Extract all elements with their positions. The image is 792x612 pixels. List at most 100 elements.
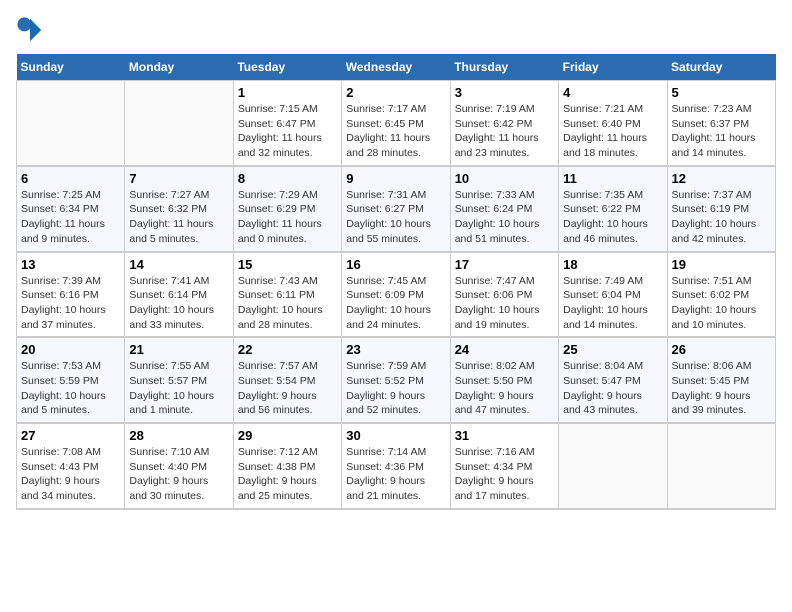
day-number: 24 xyxy=(455,342,554,357)
day-number: 19 xyxy=(672,257,771,272)
day-info: Sunrise: 7:57 AM Sunset: 5:54 PM Dayligh… xyxy=(238,359,337,418)
day-number: 1 xyxy=(238,85,337,100)
column-header-wednesday: Wednesday xyxy=(342,54,450,81)
day-cell: 30 Sunrise: 7:14 AM Sunset: 4:36 PM Dayli… xyxy=(342,423,450,509)
day-cell xyxy=(17,81,125,166)
day-cell: 3Sunrise: 7:19 AM Sunset: 6:42 PM Daylig… xyxy=(450,81,558,166)
day-info: Sunrise: 7:51 AM Sunset: 6:02 PM Dayligh… xyxy=(672,274,771,333)
day-cell: 17 Sunrise: 7:47 AM Sunset: 6:06 PM Dayli… xyxy=(450,252,558,338)
logo-icon xyxy=(16,16,44,44)
day-number: 5 xyxy=(672,85,771,100)
day-info: Sunrise: 7:47 AM Sunset: 6:06 PM Dayligh… xyxy=(455,274,554,333)
day-info: Sunrise: 7:16 AM Sunset: 4:34 PM Dayligh… xyxy=(455,445,554,504)
header-row: SundayMondayTuesdayWednesdayThursdayFrid… xyxy=(17,54,776,81)
day-cell: 8 Sunrise: 7:29 AM Sunset: 6:29 PM Daylig… xyxy=(233,166,341,252)
day-info: Sunrise: 8:06 AM Sunset: 5:45 PM Dayligh… xyxy=(672,359,771,418)
day-number: 30 xyxy=(346,428,445,443)
column-header-saturday: Saturday xyxy=(667,54,775,81)
day-number: 22 xyxy=(238,342,337,357)
day-cell: 19 Sunrise: 7:51 AM Sunset: 6:02 PM Dayli… xyxy=(667,252,775,338)
day-cell: 11 Sunrise: 7:35 AM Sunset: 6:22 PM Dayli… xyxy=(559,166,667,252)
day-number: 21 xyxy=(129,342,228,357)
column-header-friday: Friday xyxy=(559,54,667,81)
week-row-3: 13Sunrise: 7:39 AM Sunset: 6:16 PM Dayli… xyxy=(17,252,776,338)
day-number: 31 xyxy=(455,428,554,443)
day-info: Sunrise: 7:33 AM Sunset: 6:24 PM Dayligh… xyxy=(455,188,554,247)
day-cell: 10 Sunrise: 7:33 AM Sunset: 6:24 PM Dayli… xyxy=(450,166,558,252)
day-info: Sunrise: 7:55 AM Sunset: 5:57 PM Dayligh… xyxy=(129,359,228,418)
day-number: 15 xyxy=(238,257,337,272)
day-number: 9 xyxy=(346,171,445,186)
day-number: 29 xyxy=(238,428,337,443)
day-info: Sunrise: 7:21 AM Sunset: 6:40 PM Dayligh… xyxy=(563,102,662,161)
day-info: Sunrise: 7:37 AM Sunset: 6:19 PM Dayligh… xyxy=(672,188,771,247)
day-cell: 18 Sunrise: 7:49 AM Sunset: 6:04 PM Dayli… xyxy=(559,252,667,338)
day-info: Sunrise: 7:45 AM Sunset: 6:09 PM Dayligh… xyxy=(346,274,445,333)
day-info: Sunrise: 7:29 AM Sunset: 6:29 PM Dayligh… xyxy=(238,188,337,247)
day-number: 8 xyxy=(238,171,337,186)
day-number: 18 xyxy=(563,257,662,272)
day-number: 14 xyxy=(129,257,228,272)
day-number: 27 xyxy=(21,428,120,443)
day-cell: 26 Sunrise: 8:06 AM Sunset: 5:45 PM Dayli… xyxy=(667,337,775,423)
day-cell: 21 Sunrise: 7:55 AM Sunset: 5:57 PM Dayli… xyxy=(125,337,233,423)
day-number: 6 xyxy=(21,171,120,186)
day-cell: 22 Sunrise: 7:57 AM Sunset: 5:54 PM Dayli… xyxy=(233,337,341,423)
day-info: Sunrise: 7:08 AM Sunset: 4:43 PM Dayligh… xyxy=(21,445,120,504)
calendar-table: SundayMondayTuesdayWednesdayThursdayFrid… xyxy=(16,54,776,510)
week-row-5: 27 Sunrise: 7:08 AM Sunset: 4:43 PM Dayli… xyxy=(17,423,776,509)
day-number: 25 xyxy=(563,342,662,357)
day-cell: 6 Sunrise: 7:25 AM Sunset: 6:34 PM Daylig… xyxy=(17,166,125,252)
day-cell: 15 Sunrise: 7:43 AM Sunset: 6:11 PM Dayli… xyxy=(233,252,341,338)
day-number: 3 xyxy=(455,85,554,100)
day-info: Sunrise: 7:49 AM Sunset: 6:04 PM Dayligh… xyxy=(563,274,662,333)
calendar-body: 1Sunrise: 7:15 AM Sunset: 6:47 PM Daylig… xyxy=(17,81,776,509)
day-cell: 1Sunrise: 7:15 AM Sunset: 6:47 PM Daylig… xyxy=(233,81,341,166)
day-number: 10 xyxy=(455,171,554,186)
day-info: Sunrise: 7:23 AM Sunset: 6:37 PM Dayligh… xyxy=(672,102,771,161)
day-info: Sunrise: 7:31 AM Sunset: 6:27 PM Dayligh… xyxy=(346,188,445,247)
day-cell: 13Sunrise: 7:39 AM Sunset: 6:16 PM Dayli… xyxy=(17,252,125,338)
day-info: Sunrise: 7:10 AM Sunset: 4:40 PM Dayligh… xyxy=(129,445,228,504)
day-number: 28 xyxy=(129,428,228,443)
day-cell: 27 Sunrise: 7:08 AM Sunset: 4:43 PM Dayli… xyxy=(17,423,125,509)
day-info: Sunrise: 7:35 AM Sunset: 6:22 PM Dayligh… xyxy=(563,188,662,247)
day-info: Sunrise: 7:25 AM Sunset: 6:34 PM Dayligh… xyxy=(21,188,120,247)
day-info: Sunrise: 8:04 AM Sunset: 5:47 PM Dayligh… xyxy=(563,359,662,418)
day-number: 20 xyxy=(21,342,120,357)
day-number: 12 xyxy=(672,171,771,186)
day-info: Sunrise: 7:12 AM Sunset: 4:38 PM Dayligh… xyxy=(238,445,337,504)
day-info: Sunrise: 7:14 AM Sunset: 4:36 PM Dayligh… xyxy=(346,445,445,504)
day-info: Sunrise: 7:53 AM Sunset: 5:59 PM Dayligh… xyxy=(21,359,120,418)
day-cell: 25 Sunrise: 8:04 AM Sunset: 5:47 PM Dayli… xyxy=(559,337,667,423)
column-header-tuesday: Tuesday xyxy=(233,54,341,81)
day-cell xyxy=(559,423,667,509)
day-number: 23 xyxy=(346,342,445,357)
day-info: Sunrise: 7:41 AM Sunset: 6:14 PM Dayligh… xyxy=(129,274,228,333)
day-cell: 4Sunrise: 7:21 AM Sunset: 6:40 PM Daylig… xyxy=(559,81,667,166)
day-cell: 16 Sunrise: 7:45 AM Sunset: 6:09 PM Dayli… xyxy=(342,252,450,338)
day-cell xyxy=(125,81,233,166)
week-row-4: 20 Sunrise: 7:53 AM Sunset: 5:59 PM Dayli… xyxy=(17,337,776,423)
day-number: 17 xyxy=(455,257,554,272)
day-cell: 14 Sunrise: 7:41 AM Sunset: 6:14 PM Dayli… xyxy=(125,252,233,338)
day-cell: 23Sunrise: 7:59 AM Sunset: 5:52 PM Dayli… xyxy=(342,337,450,423)
day-cell: 5 Sunrise: 7:23 AM Sunset: 6:37 PM Daylig… xyxy=(667,81,775,166)
week-row-1: 1Sunrise: 7:15 AM Sunset: 6:47 PM Daylig… xyxy=(17,81,776,166)
day-info: Sunrise: 8:02 AM Sunset: 5:50 PM Dayligh… xyxy=(455,359,554,418)
day-number: 16 xyxy=(346,257,445,272)
logo xyxy=(16,16,48,44)
page-header xyxy=(16,16,776,44)
day-number: 26 xyxy=(672,342,771,357)
column-header-thursday: Thursday xyxy=(450,54,558,81)
day-info: Sunrise: 7:17 AM Sunset: 6:45 PM Dayligh… xyxy=(346,102,445,161)
day-info: Sunrise: 7:43 AM Sunset: 6:11 PM Dayligh… xyxy=(238,274,337,333)
day-number: 13 xyxy=(21,257,120,272)
column-header-monday: Monday xyxy=(125,54,233,81)
day-cell: 31 Sunrise: 7:16 AM Sunset: 4:34 PM Dayli… xyxy=(450,423,558,509)
day-cell: 24 Sunrise: 8:02 AM Sunset: 5:50 PM Dayli… xyxy=(450,337,558,423)
day-number: 7 xyxy=(129,171,228,186)
day-cell: 2Sunrise: 7:17 AM Sunset: 6:45 PM Daylig… xyxy=(342,81,450,166)
day-cell: 12 Sunrise: 7:37 AM Sunset: 6:19 PM Dayli… xyxy=(667,166,775,252)
day-number: 11 xyxy=(563,171,662,186)
